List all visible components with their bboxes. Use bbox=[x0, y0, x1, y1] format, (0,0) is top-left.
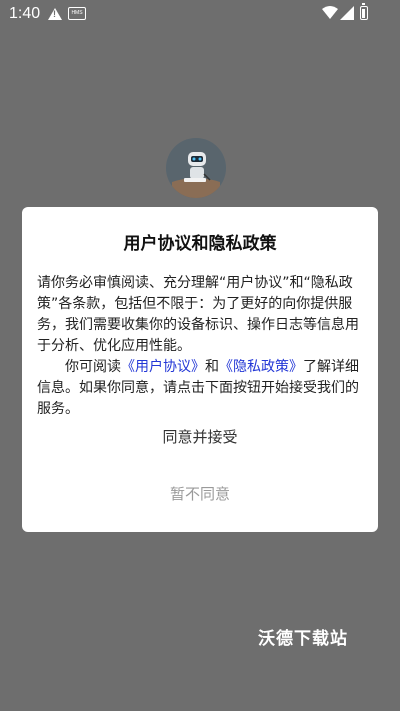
body-paragraph-1: 请你务必审慎阅读、充分理解“用户协议”和“隐私政策”各条款，包括但不限于：为了更… bbox=[37, 275, 359, 354]
agree-button[interactable]: 同意并接受 bbox=[22, 420, 378, 454]
signal-icon bbox=[340, 6, 354, 20]
disagree-button[interactable]: 暂不同意 bbox=[22, 477, 378, 511]
privacy-policy-link[interactable]: 《隐私政策》 bbox=[219, 359, 303, 375]
warning-icon bbox=[48, 8, 62, 20]
privacy-dialog: 用户协议和隐私政策 请你务必审慎阅读、充分理解“用户协议”和“隐私政策”各条款，… bbox=[22, 207, 378, 532]
wifi-icon bbox=[322, 6, 338, 19]
dialog-title: 用户协议和隐私政策 bbox=[123, 234, 277, 254]
user-agreement-link[interactable]: 《用户协议》 bbox=[121, 359, 205, 375]
app-logo bbox=[166, 138, 226, 198]
body-paragraph-2: 你可阅读《用户协议》和《隐私政策》了解详细信息。如果你同意，请点击下面按钮开始接… bbox=[37, 357, 363, 420]
battery-icon bbox=[360, 3, 368, 20]
status-time: 1:40 bbox=[9, 5, 41, 22]
watermark-text: 沃德下载站 bbox=[258, 629, 348, 649]
body-text: 你可阅读 bbox=[65, 359, 121, 375]
robot-icon bbox=[166, 138, 226, 198]
dialog-body: 请你务必审慎阅读、充分理解“用户协议”和“隐私政策”各条款，包括但不限于：为了更… bbox=[37, 273, 363, 420]
status-bar: 1:40 HMS bbox=[0, 0, 400, 30]
body-text: 和 bbox=[205, 359, 219, 375]
hms-badge-icon: HMS bbox=[68, 7, 86, 20]
